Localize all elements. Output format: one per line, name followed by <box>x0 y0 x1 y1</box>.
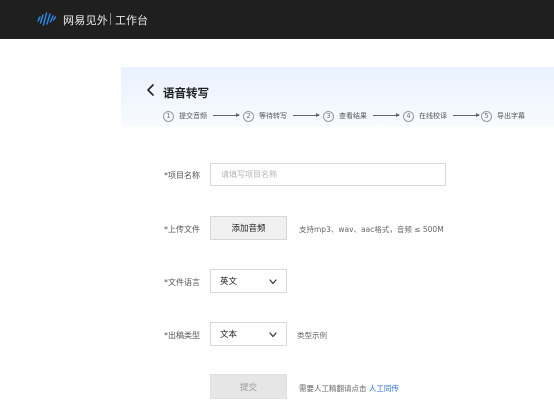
manual-interpretation-link[interactable]: 人工同传 <box>369 384 399 393</box>
step-1: 1 提交音频 <box>163 110 207 122</box>
workspace-link[interactable]: 工作台 <box>115 12 148 28</box>
output-type-label: *出稿类型 <box>164 331 200 340</box>
topbar-divider <box>110 13 111 25</box>
step-5: 5 导出字幕 <box>481 110 525 122</box>
step-4: 4 在线校译 <box>403 110 447 122</box>
step-number: 5 <box>481 110 492 122</box>
step-label: 等待转写 <box>259 112 287 120</box>
top-bar: 网易见外 工作台 <box>0 0 554 39</box>
language-select[interactable]: 英文 <box>210 269 287 293</box>
step-3: 3 查看结果 <box>323 110 367 122</box>
chevron-down-icon <box>269 332 277 338</box>
type-example-link[interactable]: 类型示例 <box>297 330 327 341</box>
project-name-input[interactable] <box>210 163 446 186</box>
step-label: 在线校译 <box>419 112 447 120</box>
step-arrow-icon <box>213 113 240 117</box>
step-2: 2 等待转写 <box>243 110 287 122</box>
step-label: 查看结果 <box>339 112 367 120</box>
step-label: 导出字幕 <box>497 112 525 120</box>
page-title: 语音转写 <box>163 86 209 100</box>
manual-translation-note-text: 需要人工精翻请点击 <box>299 384 367 393</box>
language-selected-value: 英文 <box>220 277 238 287</box>
step-number: 3 <box>323 110 334 122</box>
step-arrow-icon <box>293 113 320 117</box>
project-name-label: *项目名称 <box>164 171 200 180</box>
brand-name[interactable]: 网易见外 <box>63 12 108 28</box>
upload-hint: 支持mp3、wav、aac格式，音频 ≤ 500M <box>299 225 444 234</box>
step-number: 4 <box>403 110 414 122</box>
output-type-selected-value: 文本 <box>220 330 238 340</box>
step-number: 2 <box>243 110 254 122</box>
step-number: 1 <box>163 110 174 122</box>
step-arrow-icon <box>373 113 400 117</box>
step-label: 提交音频 <box>179 112 207 120</box>
add-audio-button[interactable]: 添加音频 <box>210 216 287 240</box>
language-label: *文件语言 <box>164 278 200 287</box>
step-arrow-icon <box>453 113 480 117</box>
wave-logo-icon[interactable] <box>37 12 57 26</box>
upload-label: *上传文件 <box>164 225 200 234</box>
manual-translation-note: 需要人工精翻请点击 人工同传 <box>299 383 399 394</box>
output-type-select[interactable]: 文本 <box>210 322 287 346</box>
chevron-down-icon <box>269 279 277 285</box>
chevron-left-icon[interactable] <box>146 84 156 96</box>
submit-button[interactable]: 提交 <box>210 374 287 399</box>
